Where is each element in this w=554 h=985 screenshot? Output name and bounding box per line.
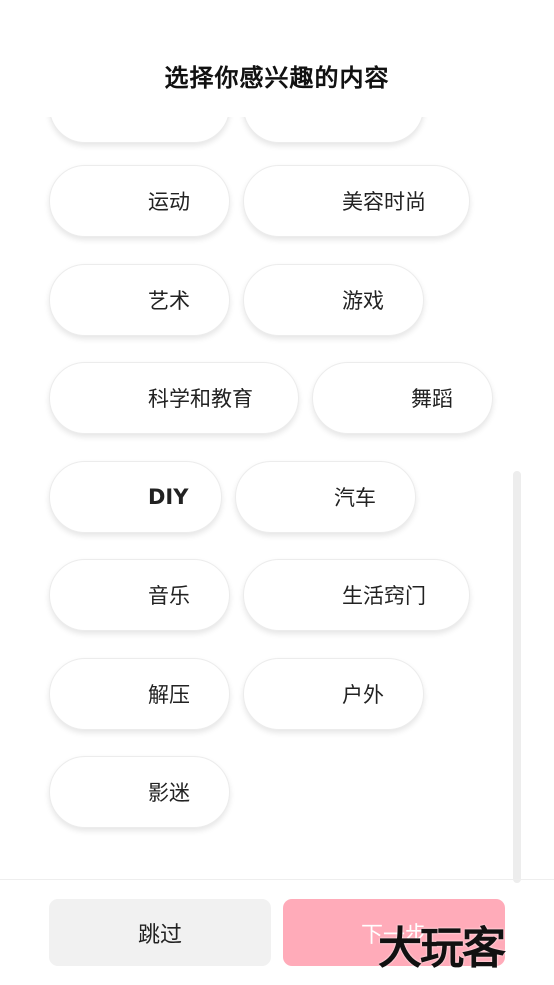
interest-pill-dance[interactable]: 舞蹈: [312, 362, 493, 434]
watermark-logo: 大玩客: [378, 923, 506, 974]
interest-pill-science-education[interactable]: 科学和教育: [49, 362, 299, 434]
interest-pill-diy[interactable]: DIY: [49, 461, 222, 533]
interest-label: 音乐: [148, 584, 190, 608]
footer-divider: [0, 879, 554, 880]
interest-label: 解压: [148, 683, 190, 707]
skip-button[interactable]: 跳过: [49, 899, 271, 966]
interest-pill-movie-fans[interactable]: 影迷: [49, 756, 230, 828]
interest-label: 舞蹈: [411, 387, 453, 411]
interest-label: 影迷: [148, 781, 190, 805]
interest-pill-beauty-fashion[interactable]: 美容时尚: [243, 165, 470, 237]
interest-pill-sports[interactable]: 运动: [49, 165, 230, 237]
interest-pill-music[interactable]: 音乐: [49, 559, 230, 631]
interest-pill-life-hacks[interactable]: 生活窍门: [243, 559, 470, 631]
interest-pill-relax[interactable]: 解压: [49, 658, 230, 730]
interest-pill[interactable]: [49, 117, 230, 143]
interest-label: 美容时尚: [342, 190, 426, 214]
interest-label: 运动: [148, 190, 190, 214]
interest-pill-art[interactable]: 艺术: [49, 264, 230, 336]
interest-label: 科学和教育: [148, 387, 253, 411]
interest-pill-games[interactable]: 游戏: [243, 264, 424, 336]
interest-label: DIY: [148, 485, 189, 509]
interest-list[interactable]: 运动 美容时尚 艺术 游戏 科学和教育 舞蹈 DIY 汽车 音乐 生活窍门 解压…: [0, 117, 554, 877]
interest-label: 汽车: [334, 486, 376, 510]
interest-label: 户外: [342, 683, 384, 707]
interest-label: 生活窍门: [342, 584, 426, 608]
scrollbar[interactable]: [513, 471, 521, 883]
interest-label: 游戏: [342, 289, 384, 313]
interest-label: 艺术: [148, 289, 190, 313]
interest-pill-cars[interactable]: 汽车: [235, 461, 416, 533]
interest-pill-outdoors[interactable]: 户外: [243, 658, 424, 730]
interest-pill[interactable]: [243, 117, 424, 143]
page-title: 选择你感兴趣的内容: [164, 64, 390, 92]
